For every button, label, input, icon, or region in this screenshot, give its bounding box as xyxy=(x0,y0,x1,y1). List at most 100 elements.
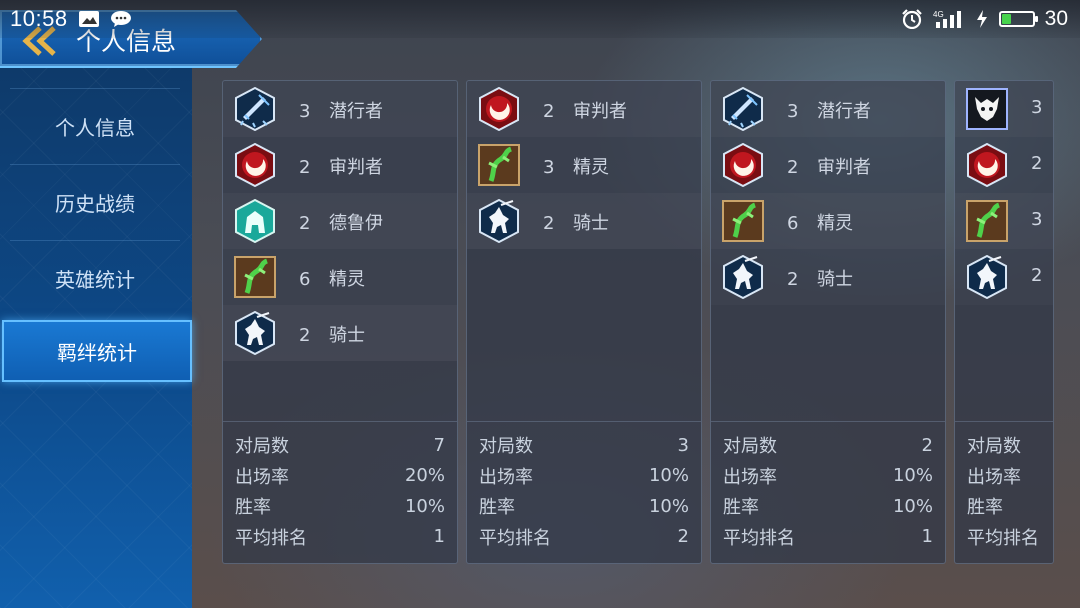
knight-horse-icon xyxy=(965,254,1009,300)
trait-label: 2 审判者 xyxy=(787,153,871,179)
sidebar-item-personal-info[interactable]: 个人信息 xyxy=(10,88,180,164)
trait-name: 潜行者 xyxy=(817,101,871,122)
image-notification-icon xyxy=(78,10,100,28)
trait-count: 2 xyxy=(299,325,311,346)
sidebar-item-history[interactable]: 历史战绩 xyxy=(10,164,180,240)
signal-icon: 4G xyxy=(933,10,965,28)
trait-label: 3 潜行者 xyxy=(787,97,871,123)
battery-percent: 30 xyxy=(1044,7,1068,30)
stat-value: 10% xyxy=(892,465,933,486)
stat-label: 对局数 xyxy=(723,436,777,457)
trait-label: 2 德鲁伊 xyxy=(299,209,383,235)
trait-count: 6 xyxy=(787,213,799,234)
stat-row-games: 对局数 xyxy=(967,430,1041,460)
stats-block: 对局数出场率胜率 平均排名 xyxy=(955,421,1053,563)
trait-label: 3 xyxy=(1031,209,1053,230)
stat-row-win-rate: 胜率 xyxy=(967,491,1041,521)
trait-name: 骑士 xyxy=(573,213,609,234)
stats-block: 对局数 7 出场率 20% 胜率 10% 平均排名 1 xyxy=(223,421,457,563)
battery-level xyxy=(1001,14,1011,24)
trait-row: 6 精灵 xyxy=(711,193,945,249)
trait-name: 精灵 xyxy=(573,157,609,178)
stat-value: 10% xyxy=(648,495,689,517)
trait-label: 2 审判者 xyxy=(299,153,383,179)
trait-count: 3 xyxy=(543,157,555,178)
stat-label: 胜率 xyxy=(479,497,515,518)
bond-card[interactable]: 3 潜行者 2 审判者 6 精灵 2 骑士 对局数 2 出场率 10% 胜率 10% 平均排名 1 xyxy=(710,80,946,564)
elf-vine-icon xyxy=(721,199,765,243)
trait-name: 潜行者 xyxy=(329,101,383,122)
stat-row-avg-rank: 平均排名 xyxy=(967,522,1041,552)
stat-value: 1 xyxy=(433,526,445,547)
trait-name: 骑士 xyxy=(817,269,853,290)
bond-card[interactable]: 3 2 3 2 对局数出场率胜率 平均排名 xyxy=(954,80,1054,564)
stat-row-games: 对局数 7 xyxy=(235,430,445,460)
stat-row-appearance: 出场率 xyxy=(967,461,1041,491)
stat-row-avg-rank: 平均排名 2 xyxy=(479,522,689,552)
stat-value: 10% xyxy=(892,495,933,517)
charging-icon xyxy=(975,10,989,28)
stat-value: 1 xyxy=(921,526,933,547)
trait-row: 2 xyxy=(955,249,1053,305)
trait-count: 3 xyxy=(1031,97,1043,118)
trait-row: 3 潜行者 xyxy=(711,81,945,137)
sidebar: 个人信息 历史战绩 英雄统计 羁绊统计 xyxy=(0,68,192,608)
bond-card[interactable]: 3 潜行者 2 审判者 2 德鲁伊 6 精灵 2 骑士 对局数 7 出场率 20% 胜率 10% 平均排名 1 xyxy=(222,80,458,564)
trait-count: 2 xyxy=(543,101,555,122)
sidebar-item-bond-stats[interactable]: 羁绊统计 xyxy=(2,320,192,382)
svg-text:4G: 4G xyxy=(933,10,944,19)
elf-vine-icon xyxy=(477,143,521,187)
status-bar: 10:58 4G 30 xyxy=(0,0,1080,38)
stat-label: 对局数 xyxy=(479,436,533,457)
trait-label: 6 精灵 xyxy=(787,209,853,235)
sidebar-item-hero-stats[interactable]: 英雄统计 xyxy=(10,240,180,316)
elf-vine-icon xyxy=(965,199,1009,243)
trait-label: 2 骑士 xyxy=(299,321,365,347)
stat-label: 出场率 xyxy=(967,466,1021,488)
stats-block: 对局数 3 出场率 10% 胜率 10% 平均排名 2 xyxy=(467,421,701,563)
trait-row: 2 骑士 xyxy=(467,193,701,249)
trait-row: 2 骑士 xyxy=(223,305,457,361)
trait-count: 2 xyxy=(299,213,311,234)
stat-row-appearance: 出场率 20% xyxy=(235,461,445,491)
trait-label: 3 xyxy=(1031,97,1053,118)
stat-label: 出场率 xyxy=(479,466,533,488)
trait-label: 3 潜行者 xyxy=(299,97,383,123)
knight-horse-icon xyxy=(477,198,521,244)
trait-row: 2 骑士 xyxy=(711,249,945,305)
stat-row-appearance: 出场率 10% xyxy=(479,461,689,491)
stat-value: 2 xyxy=(677,526,689,547)
bond-card[interactable]: 2 审判者 3 精灵 2 骑士 对局数 3 出场率 10% 胜率 10% 平均排名 2 xyxy=(466,80,702,564)
elf-vine-icon xyxy=(233,255,277,299)
trait-count: 2 xyxy=(1031,153,1043,174)
judge-crescent-icon xyxy=(965,142,1009,188)
stat-value: 7 xyxy=(433,434,445,456)
trait-label: 2 审判者 xyxy=(543,97,627,123)
stat-label: 对局数 xyxy=(235,436,289,457)
stat-value: 20% xyxy=(404,465,445,486)
assassin-sword-icon xyxy=(721,86,765,132)
trait-label: 2 骑士 xyxy=(787,265,853,291)
stats-block: 对局数 2 出场率 10% 胜率 10% 平均排名 1 xyxy=(711,421,945,563)
trait-label: 2 骑士 xyxy=(543,209,609,235)
trait-label: 2 xyxy=(1031,265,1053,286)
stat-row-games: 对局数 2 xyxy=(723,430,933,460)
stat-label: 平均排名 xyxy=(723,527,795,549)
stat-row-appearance: 出场率 10% xyxy=(723,461,933,491)
trait-name: 德鲁伊 xyxy=(329,213,383,234)
stat-label: 胜率 xyxy=(723,497,759,518)
trait-name: 审判者 xyxy=(573,101,627,122)
trait-count: 2 xyxy=(787,157,799,178)
knight-horse-icon xyxy=(233,310,277,356)
stat-label: 平均排名 xyxy=(479,527,551,549)
trait-row: 2 审判者 xyxy=(223,137,457,193)
stat-value: 10% xyxy=(648,465,689,486)
trait-count: 2 xyxy=(1031,265,1043,286)
assassin-sword-icon xyxy=(233,86,277,132)
trait-name: 精灵 xyxy=(817,213,853,234)
trait-row: 2 审判者 xyxy=(711,137,945,193)
stat-label: 出场率 xyxy=(235,466,289,488)
trait-row: 2 德鲁伊 xyxy=(223,193,457,249)
trait-label: 6 精灵 xyxy=(299,265,365,291)
trait-count: 3 xyxy=(1031,209,1043,230)
